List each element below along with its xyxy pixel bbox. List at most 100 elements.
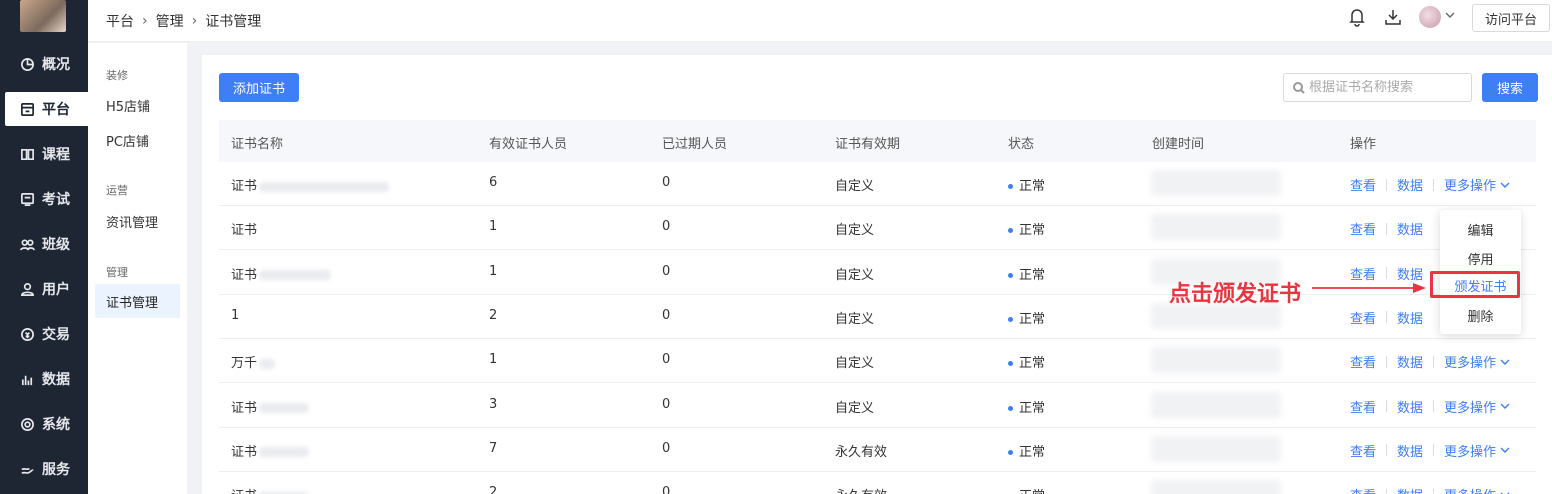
nav-item-user[interactable]: 用户	[5, 272, 88, 306]
created-time-redacted	[1151, 391, 1281, 418]
view-link[interactable]: 查看	[1350, 441, 1376, 460]
chevron-down-icon[interactable]	[1445, 10, 1455, 20]
cert-name: 证书	[231, 397, 310, 416]
nav-item-label: 班级	[42, 237, 70, 253]
table-row: 证书 1 0 自定义 正常 查看 数据	[219, 206, 1536, 251]
chevron-down-icon[interactable]	[1500, 490, 1510, 494]
status-dot-icon	[1008, 405, 1013, 411]
divider	[1433, 400, 1435, 412]
nav-item-class[interactable]: 班级	[5, 227, 88, 261]
column-header: 证书名称	[231, 137, 284, 152]
status-badge: 正常	[1008, 175, 1045, 194]
divider	[1386, 178, 1388, 191]
divider	[1433, 355, 1435, 368]
view-link[interactable]: 查看	[1350, 219, 1376, 238]
more-actions-link[interactable]: 更多操作	[1444, 441, 1496, 460]
divider	[1386, 444, 1388, 457]
subnav-item-certificates[interactable]: 证书管理	[95, 284, 180, 318]
chevron-down-icon[interactable]	[1500, 445, 1510, 455]
data-link[interactable]: 数据	[1397, 441, 1423, 460]
status-dot-icon	[1008, 184, 1013, 189]
top-bar: 平台 › 管理 › 证书管理 访问平台	[88, 0, 1552, 42]
bell-icon[interactable]	[1348, 7, 1366, 27]
subnav-group-title: 装修	[106, 69, 128, 82]
view-link[interactable]: 查看	[1350, 308, 1376, 327]
column-header: 状态	[1008, 137, 1035, 152]
nav-item-label: 考试	[42, 192, 70, 208]
more-actions-link[interactable]: 更多操作	[1444, 397, 1496, 416]
book-icon	[19, 146, 35, 162]
store-icon	[19, 101, 35, 117]
more-actions-link[interactable]: 更多操作	[1444, 352, 1496, 371]
chevron-down-icon[interactable]	[1500, 180, 1510, 190]
divider	[1386, 311, 1388, 324]
nav-item-course[interactable]: 课程	[5, 137, 88, 171]
data-link[interactable]: 数据	[1397, 219, 1423, 238]
breadcrumb: 平台 › 管理 › 证书管理	[106, 11, 261, 31]
visit-platform-button[interactable]: 访问平台	[1472, 4, 1550, 32]
nav-item-platform[interactable]: 平台	[5, 92, 88, 126]
status-badge: 正常	[1008, 441, 1045, 460]
subnav-item-news[interactable]: 资讯管理	[95, 204, 180, 238]
search-button[interactable]: 搜索	[1482, 73, 1538, 102]
breadcrumb-item[interactable]: 平台	[106, 11, 134, 31]
sub-nav: 装修 H5店铺 PC店铺 运营 资讯管理 管理 证书管理	[88, 43, 187, 494]
data-link[interactable]: 数据	[1397, 308, 1423, 327]
menu-item-edit[interactable]: 编辑	[1440, 216, 1521, 242]
nav-item-label: 交易	[42, 327, 70, 343]
chevron-right-icon: ›	[142, 13, 148, 29]
search-input[interactable]	[1309, 80, 1469, 95]
menu-item-disable[interactable]: 停用	[1440, 245, 1521, 271]
download-icon[interactable]	[1384, 7, 1402, 27]
created-time-redacted	[1151, 170, 1281, 196]
validity-period: 自定义	[835, 179, 875, 194]
valid-count: 2	[489, 485, 498, 494]
nav-item-system[interactable]: 系统	[5, 407, 88, 441]
nav-item-service[interactable]: 服务	[5, 452, 88, 486]
view-link[interactable]: 查看	[1350, 397, 1376, 416]
divider	[1386, 400, 1388, 412]
data-link[interactable]: 数据	[1397, 175, 1423, 194]
exam-icon	[19, 191, 35, 207]
logo	[20, 0, 66, 32]
add-certificate-button[interactable]: 添加证书	[219, 73, 299, 102]
data-link[interactable]: 数据	[1397, 352, 1423, 371]
nav-item-label: 课程	[42, 147, 70, 163]
more-actions-link[interactable]: 更多操作	[1444, 485, 1496, 494]
menu-item-delete[interactable]: 删除	[1440, 302, 1521, 328]
search-icon	[1293, 81, 1305, 94]
subnav-item-pc-store[interactable]: PC店铺	[95, 123, 180, 157]
divider	[1433, 488, 1435, 494]
redacted-text	[259, 270, 332, 281]
subnav-item-h5-store[interactable]: H5店铺	[95, 88, 180, 122]
breadcrumb-item[interactable]: 管理	[156, 11, 184, 31]
table-row: 证书 2 0 永久有效 正常 查看 数据 更多操作	[219, 472, 1536, 494]
nav-item-overview[interactable]: 概况	[5, 47, 88, 81]
subnav-group-title: 运营	[106, 184, 128, 197]
nav-item-exam[interactable]: 考试	[5, 182, 88, 216]
nav-item-data[interactable]: 数据	[5, 362, 88, 396]
status-badge: 正常	[1008, 397, 1045, 416]
valid-count: 6	[489, 175, 498, 190]
chevron-down-icon[interactable]	[1500, 401, 1510, 411]
row-actions: 查看 数据 更多操作	[1350, 485, 1510, 494]
nav-item-label: 系统	[42, 417, 70, 433]
view-link[interactable]: 查看	[1350, 352, 1376, 371]
status-badge: 正常	[1008, 264, 1045, 283]
view-link[interactable]: 查看	[1350, 485, 1376, 494]
more-actions-link[interactable]: 更多操作	[1444, 175, 1496, 194]
data-link[interactable]: 数据	[1397, 485, 1423, 494]
expired-count: 0	[662, 175, 671, 190]
nav-item-trade[interactable]: 交易	[5, 317, 88, 351]
row-actions: 查看 数据 更多操作	[1350, 441, 1510, 460]
data-link[interactable]: 数据	[1397, 397, 1423, 416]
created-time-redacted	[1151, 480, 1281, 494]
search-box[interactable]	[1283, 73, 1472, 102]
chevron-down-icon[interactable]	[1500, 357, 1510, 367]
validity-period: 自定义	[835, 400, 875, 416]
avatar[interactable]	[1419, 6, 1441, 28]
view-link[interactable]: 查看	[1350, 175, 1376, 194]
cert-name: 证书	[231, 175, 390, 194]
valid-count: 2	[489, 307, 498, 323]
validity-period: 自定义	[835, 356, 875, 372]
